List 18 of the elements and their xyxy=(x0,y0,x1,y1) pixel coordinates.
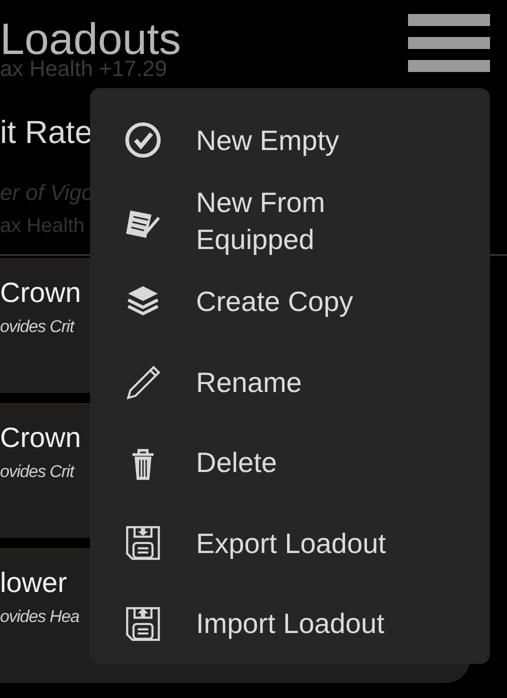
card-title: Crown xyxy=(0,276,81,310)
check-circle-icon xyxy=(124,121,162,160)
menu-item[interactable]: Delete xyxy=(90,422,490,503)
card-title: Crown xyxy=(0,421,81,455)
pencil-icon xyxy=(124,363,162,402)
card-description: ovides Crit xyxy=(0,316,74,338)
card-title: lower xyxy=(0,566,67,600)
menu-item[interactable]: Import Loadout xyxy=(90,583,490,664)
menu-icon[interactable] xyxy=(408,14,490,72)
card-description: ovides Hea xyxy=(0,606,80,628)
card-description: ovides Crit xyxy=(0,461,74,483)
stat-heading: it Rate xyxy=(0,113,92,152)
menu-item[interactable]: New From Equipped xyxy=(90,180,490,262)
menu-item[interactable]: Create Copy xyxy=(90,261,490,342)
stat-text: ax Health +17.29 xyxy=(0,55,167,83)
menu-item[interactable]: Export Loadout xyxy=(90,502,490,584)
menu-item[interactable]: New Empty xyxy=(90,100,490,181)
menu-item[interactable]: Rename xyxy=(90,342,490,422)
